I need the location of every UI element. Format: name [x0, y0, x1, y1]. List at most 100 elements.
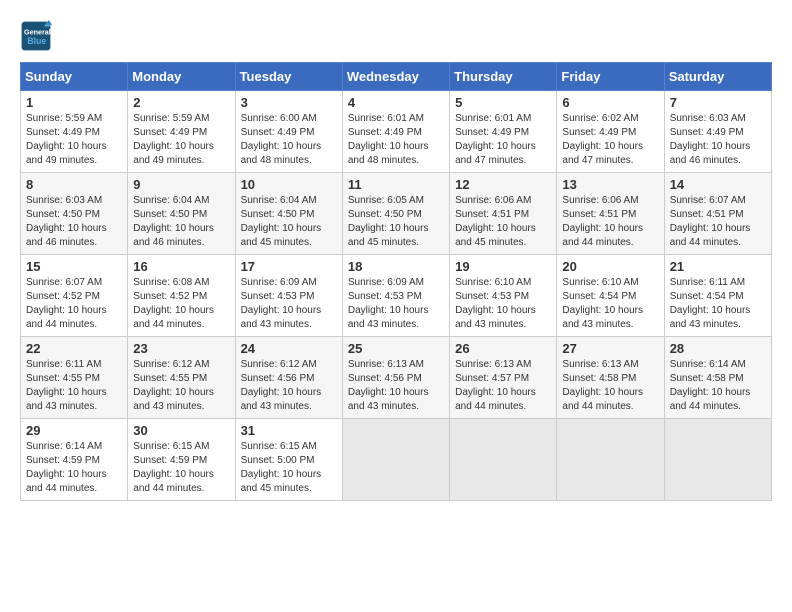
calendar-cell: 21 Sunrise: 6:11 AM Sunset: 4:54 PM Dayl…	[664, 255, 771, 337]
day-number: 30	[133, 423, 229, 438]
calendar-cell	[664, 419, 771, 501]
day-detail: Sunrise: 6:10 AM Sunset: 4:53 PM Dayligh…	[455, 276, 551, 332]
day-detail: Sunrise: 6:03 AM Sunset: 4:49 PM Dayligh…	[670, 112, 766, 168]
svg-text:Blue: Blue	[27, 36, 46, 46]
day-number: 21	[670, 259, 766, 274]
calendar-cell: 16 Sunrise: 6:08 AM Sunset: 4:52 PM Dayl…	[128, 255, 235, 337]
day-number: 20	[562, 259, 658, 274]
day-number: 12	[455, 177, 551, 192]
day-number: 25	[348, 341, 444, 356]
day-number: 26	[455, 341, 551, 356]
calendar-cell: 15 Sunrise: 6:07 AM Sunset: 4:52 PM Dayl…	[21, 255, 128, 337]
day-number: 10	[241, 177, 337, 192]
day-detail: Sunrise: 6:07 AM Sunset: 4:52 PM Dayligh…	[26, 276, 122, 332]
day-number: 23	[133, 341, 229, 356]
logo-icon: General Blue	[20, 20, 52, 52]
weekday-header: Thursday	[450, 63, 557, 91]
calendar-cell: 28 Sunrise: 6:14 AM Sunset: 4:58 PM Dayl…	[664, 337, 771, 419]
calendar-week-row: 1 Sunrise: 5:59 AM Sunset: 4:49 PM Dayli…	[21, 91, 772, 173]
day-detail: Sunrise: 6:01 AM Sunset: 4:49 PM Dayligh…	[348, 112, 444, 168]
day-number: 6	[562, 95, 658, 110]
day-number: 2	[133, 95, 229, 110]
weekday-header: Friday	[557, 63, 664, 91]
calendar-cell: 6 Sunrise: 6:02 AM Sunset: 4:49 PM Dayli…	[557, 91, 664, 173]
calendar-cell: 5 Sunrise: 6:01 AM Sunset: 4:49 PM Dayli…	[450, 91, 557, 173]
weekday-header: Sunday	[21, 63, 128, 91]
calendar-cell: 4 Sunrise: 6:01 AM Sunset: 4:49 PM Dayli…	[342, 91, 449, 173]
weekday-row: SundayMondayTuesdayWednesdayThursdayFrid…	[21, 63, 772, 91]
calendar-cell	[557, 419, 664, 501]
day-detail: Sunrise: 6:02 AM Sunset: 4:49 PM Dayligh…	[562, 112, 658, 168]
calendar-cell	[342, 419, 449, 501]
day-detail: Sunrise: 6:08 AM Sunset: 4:52 PM Dayligh…	[133, 276, 229, 332]
calendar-cell: 11 Sunrise: 6:05 AM Sunset: 4:50 PM Dayl…	[342, 173, 449, 255]
logo: General Blue	[20, 20, 56, 52]
day-detail: Sunrise: 6:03 AM Sunset: 4:50 PM Dayligh…	[26, 194, 122, 250]
day-number: 8	[26, 177, 122, 192]
day-detail: Sunrise: 6:09 AM Sunset: 4:53 PM Dayligh…	[241, 276, 337, 332]
day-detail: Sunrise: 6:04 AM Sunset: 4:50 PM Dayligh…	[241, 194, 337, 250]
weekday-header: Saturday	[664, 63, 771, 91]
page-header: General Blue	[20, 20, 772, 52]
day-number: 3	[241, 95, 337, 110]
day-detail: Sunrise: 6:13 AM Sunset: 4:58 PM Dayligh…	[562, 358, 658, 414]
calendar-cell: 7 Sunrise: 6:03 AM Sunset: 4:49 PM Dayli…	[664, 91, 771, 173]
calendar-cell: 31 Sunrise: 6:15 AM Sunset: 5:00 PM Dayl…	[235, 419, 342, 501]
day-detail: Sunrise: 6:10 AM Sunset: 4:54 PM Dayligh…	[562, 276, 658, 332]
day-number: 14	[670, 177, 766, 192]
calendar-cell: 13 Sunrise: 6:06 AM Sunset: 4:51 PM Dayl…	[557, 173, 664, 255]
calendar-cell: 24 Sunrise: 6:12 AM Sunset: 4:56 PM Dayl…	[235, 337, 342, 419]
day-detail: Sunrise: 6:06 AM Sunset: 4:51 PM Dayligh…	[562, 194, 658, 250]
calendar-cell: 14 Sunrise: 6:07 AM Sunset: 4:51 PM Dayl…	[664, 173, 771, 255]
day-detail: Sunrise: 6:05 AM Sunset: 4:50 PM Dayligh…	[348, 194, 444, 250]
day-number: 5	[455, 95, 551, 110]
calendar-cell: 17 Sunrise: 6:09 AM Sunset: 4:53 PM Dayl…	[235, 255, 342, 337]
svg-text:General: General	[24, 27, 51, 36]
calendar-week-row: 29 Sunrise: 6:14 AM Sunset: 4:59 PM Dayl…	[21, 419, 772, 501]
day-number: 17	[241, 259, 337, 274]
day-number: 29	[26, 423, 122, 438]
calendar-cell: 29 Sunrise: 6:14 AM Sunset: 4:59 PM Dayl…	[21, 419, 128, 501]
day-number: 18	[348, 259, 444, 274]
day-detail: Sunrise: 6:07 AM Sunset: 4:51 PM Dayligh…	[670, 194, 766, 250]
day-number: 24	[241, 341, 337, 356]
calendar-cell: 22 Sunrise: 6:11 AM Sunset: 4:55 PM Dayl…	[21, 337, 128, 419]
day-detail: Sunrise: 6:14 AM Sunset: 4:59 PM Dayligh…	[26, 440, 122, 496]
day-number: 11	[348, 177, 444, 192]
day-detail: Sunrise: 6:06 AM Sunset: 4:51 PM Dayligh…	[455, 194, 551, 250]
day-number: 19	[455, 259, 551, 274]
calendar-cell	[450, 419, 557, 501]
day-detail: Sunrise: 6:09 AM Sunset: 4:53 PM Dayligh…	[348, 276, 444, 332]
day-detail: Sunrise: 6:15 AM Sunset: 4:59 PM Dayligh…	[133, 440, 229, 496]
day-detail: Sunrise: 6:11 AM Sunset: 4:55 PM Dayligh…	[26, 358, 122, 414]
calendar-cell: 27 Sunrise: 6:13 AM Sunset: 4:58 PM Dayl…	[557, 337, 664, 419]
calendar-cell: 9 Sunrise: 6:04 AM Sunset: 4:50 PM Dayli…	[128, 173, 235, 255]
day-detail: Sunrise: 6:13 AM Sunset: 4:56 PM Dayligh…	[348, 358, 444, 414]
day-detail: Sunrise: 6:01 AM Sunset: 4:49 PM Dayligh…	[455, 112, 551, 168]
day-number: 31	[241, 423, 337, 438]
calendar-cell: 19 Sunrise: 6:10 AM Sunset: 4:53 PM Dayl…	[450, 255, 557, 337]
calendar-cell: 12 Sunrise: 6:06 AM Sunset: 4:51 PM Dayl…	[450, 173, 557, 255]
calendar-cell: 1 Sunrise: 5:59 AM Sunset: 4:49 PM Dayli…	[21, 91, 128, 173]
day-detail: Sunrise: 6:11 AM Sunset: 4:54 PM Dayligh…	[670, 276, 766, 332]
calendar-week-row: 15 Sunrise: 6:07 AM Sunset: 4:52 PM Dayl…	[21, 255, 772, 337]
day-detail: Sunrise: 5:59 AM Sunset: 4:49 PM Dayligh…	[26, 112, 122, 168]
day-detail: Sunrise: 6:14 AM Sunset: 4:58 PM Dayligh…	[670, 358, 766, 414]
calendar-body: 1 Sunrise: 5:59 AM Sunset: 4:49 PM Dayli…	[21, 91, 772, 501]
day-detail: Sunrise: 5:59 AM Sunset: 4:49 PM Dayligh…	[133, 112, 229, 168]
day-detail: Sunrise: 6:00 AM Sunset: 4:49 PM Dayligh…	[241, 112, 337, 168]
calendar-cell: 20 Sunrise: 6:10 AM Sunset: 4:54 PM Dayl…	[557, 255, 664, 337]
day-number: 22	[26, 341, 122, 356]
day-detail: Sunrise: 6:13 AM Sunset: 4:57 PM Dayligh…	[455, 358, 551, 414]
calendar-week-row: 22 Sunrise: 6:11 AM Sunset: 4:55 PM Dayl…	[21, 337, 772, 419]
calendar-cell: 18 Sunrise: 6:09 AM Sunset: 4:53 PM Dayl…	[342, 255, 449, 337]
day-detail: Sunrise: 6:15 AM Sunset: 5:00 PM Dayligh…	[241, 440, 337, 496]
day-number: 27	[562, 341, 658, 356]
calendar-cell: 10 Sunrise: 6:04 AM Sunset: 4:50 PM Dayl…	[235, 173, 342, 255]
calendar-header: SundayMondayTuesdayWednesdayThursdayFrid…	[21, 63, 772, 91]
day-detail: Sunrise: 6:12 AM Sunset: 4:55 PM Dayligh…	[133, 358, 229, 414]
day-number: 9	[133, 177, 229, 192]
day-detail: Sunrise: 6:04 AM Sunset: 4:50 PM Dayligh…	[133, 194, 229, 250]
weekday-header: Wednesday	[342, 63, 449, 91]
calendar-cell: 23 Sunrise: 6:12 AM Sunset: 4:55 PM Dayl…	[128, 337, 235, 419]
